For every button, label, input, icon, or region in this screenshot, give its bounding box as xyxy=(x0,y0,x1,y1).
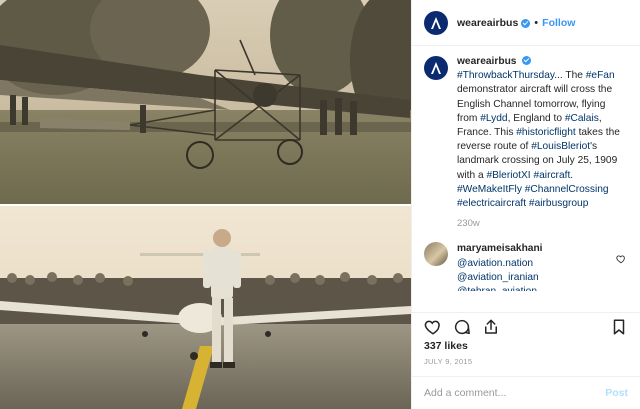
caption-text-segment: , England to xyxy=(507,112,565,124)
hashtag-link[interactable]: #electricaircraft xyxy=(457,198,526,209)
add-comment-input[interactable] xyxy=(424,387,606,399)
mention-link[interactable]: @aviation.nation xyxy=(457,257,592,271)
commenter-avatar[interactable] xyxy=(424,242,448,267)
verified-badge-icon xyxy=(522,56,532,65)
caption-username[interactable]: weareairbus xyxy=(457,56,516,67)
heart-icon[interactable] xyxy=(424,318,442,336)
hashtag-link[interactable]: #airbusgroup xyxy=(529,198,588,209)
hashtag-link[interactable]: #ChannelCrossing xyxy=(525,184,609,195)
bookmark-icon[interactable] xyxy=(610,318,628,336)
comment-heart-icon[interactable] xyxy=(616,254,626,264)
comment-item: maryameisakhani @aviation.nation @aviatio… xyxy=(424,242,628,291)
add-comment-bar: Post xyxy=(412,376,640,409)
airbus-logo-icon xyxy=(431,62,441,74)
hashtag-link[interactable]: #ThrowbackThursday xyxy=(457,70,554,81)
action-bar xyxy=(412,312,640,340)
comment-mentions: @aviation.nation@aviation_iranian@tehran… xyxy=(457,257,592,291)
efan-aircraft-photo xyxy=(0,206,411,409)
hashtag-link[interactable]: #Lydd xyxy=(480,113,507,124)
caption-age[interactable]: 230w xyxy=(457,217,628,231)
comment-icon[interactable] xyxy=(453,318,471,336)
caption-avatar[interactable] xyxy=(424,56,448,80)
caption-text: #ThrowbackThursday... The #eFan demonstr… xyxy=(457,70,620,209)
hashtag-link[interactable]: #Calais xyxy=(565,113,599,124)
caption-text-segment: ... The xyxy=(554,70,586,82)
hashtag-link[interactable]: #LouisBleriot xyxy=(531,141,590,152)
post-caption: weareairbus #ThrowbackThursday... The #e… xyxy=(424,55,628,231)
header-username[interactable]: weareairbus xyxy=(457,17,518,29)
instagram-post-modal: weareairbus • Follow weareairbus #Throwb… xyxy=(0,0,640,409)
airbus-logo-icon xyxy=(431,16,441,29)
hashtag-link[interactable]: #historicflight xyxy=(516,127,575,138)
post-sidebar: weareairbus • Follow weareairbus #Throwb… xyxy=(411,0,640,409)
hashtag-link[interactable]: #WeMakeItFly xyxy=(457,184,522,195)
post-date[interactable]: JULY 9, 2015 xyxy=(424,357,472,366)
airbus-avatar[interactable] xyxy=(424,10,448,35)
header-separator: • xyxy=(534,16,539,29)
mention-link[interactable]: @aviation_iranian xyxy=(457,271,592,285)
hashtag-link[interactable]: #BleriotXI xyxy=(486,170,530,181)
post-header: weareairbus • Follow xyxy=(412,0,640,46)
commenter-username[interactable]: maryameisakhani xyxy=(457,242,592,256)
mention-link[interactable]: @tehran_aviation xyxy=(457,285,592,291)
caption-text-segment: . xyxy=(570,169,574,181)
comment-body: maryameisakhani @aviation.nation @aviatio… xyxy=(457,242,592,291)
share-icon[interactable] xyxy=(482,318,500,336)
post-comment-button[interactable]: Post xyxy=(605,387,628,399)
hashtag-link[interactable]: #eFan xyxy=(586,70,615,81)
post-media[interactable] xyxy=(0,0,411,409)
bleriot-aircraft-photo xyxy=(0,0,411,204)
hashtag-link[interactable]: #aircraft xyxy=(533,170,570,181)
comments-list[interactable]: weareairbus #ThrowbackThursday... The #e… xyxy=(412,55,640,291)
verified-badge-icon xyxy=(521,19,531,28)
caption-body: weareairbus #ThrowbackThursday... The #e… xyxy=(457,55,628,231)
likes-count[interactable]: 337 likes xyxy=(424,340,468,352)
follow-button[interactable]: Follow xyxy=(542,17,575,29)
